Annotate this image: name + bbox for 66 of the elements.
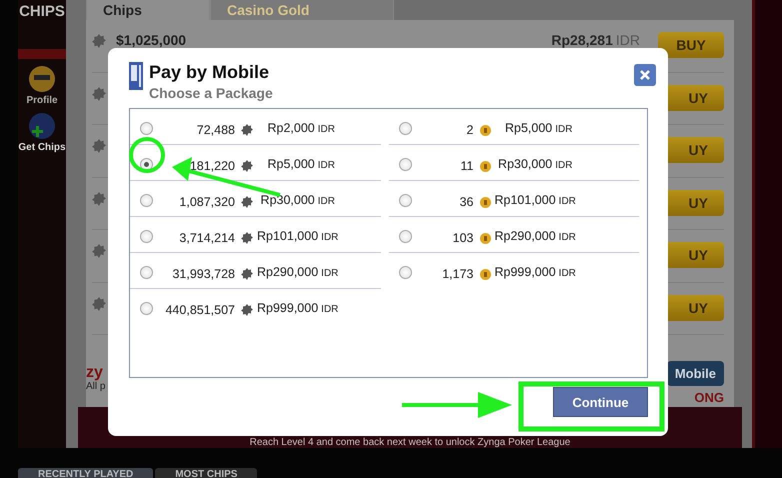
package-amount: 1,087,320 [178,195,235,209]
chip-icon [92,296,106,310]
offer-price: Rp28,281 IDR [551,32,640,48]
radio-button[interactable] [398,158,412,171]
partner-logo: ONG [694,390,724,405]
package-price: Rp5,000 IDR [504,120,572,137]
package-amount: 1,173 [441,267,474,281]
close-icon [640,70,650,80]
radio-button[interactable] [140,194,153,207]
sidebar-link[interactable]: Profile [26,95,58,106]
coin-icon [480,233,490,244]
coin-icon [480,197,490,208]
store-tab[interactable]: Casino Gold [210,0,394,20]
chip-icon [92,139,106,153]
chip-icon [92,86,106,100]
package-amount: 440,851,507 [164,303,235,317]
phone-icon [129,62,143,90]
store-tab[interactable]: Chips [86,0,210,20]
brand-logo: zy [86,365,104,381]
package-price: Rp2,000 IDR [266,120,335,137]
mobile-button[interactable]: Mobile [666,361,724,386]
package-price: Rp5,000 IDR [266,156,335,173]
radio-button[interactable] [398,230,412,243]
radio-button[interactable] [140,266,153,279]
chip-icon [241,196,253,208]
dialog-subtitle: Choose a Package [149,85,273,101]
radio-button[interactable] [140,302,153,315]
banner-text: Reach Level 4 and come back next week to unlock Zynga Poker League [250,437,570,448]
coin-icon [480,161,490,172]
chip-icon [92,192,106,206]
radio-button[interactable] [140,122,153,135]
chip-icon [241,124,253,136]
chip-icon [241,268,253,280]
chip-icon [241,232,253,244]
avatar-icon[interactable] [28,65,56,93]
coin-icon [480,269,490,280]
dialog-title: Pay by Mobile [149,62,270,83]
highlight-circle [129,137,165,173]
package-amount: 2 [466,123,474,137]
package-amount: 36 [458,195,474,209]
close-button[interactable] [634,64,656,86]
chip-plus-icon[interactable] [28,112,56,140]
package-amount: 181,220 [188,159,235,173]
chip-icon [92,244,106,258]
continue-button[interactable]: Continue [553,387,648,417]
radio-button[interactable] [398,266,412,279]
sidebar-link[interactable]: Get Chips [18,142,66,153]
offer-amount: $1,025,000 [116,32,186,48]
package-amount: 3,714,214 [178,231,235,245]
package-amount: 103 [452,231,474,245]
chip-icon [241,304,253,316]
package-amount: 72,488 [196,123,235,137]
coin-icon [480,125,490,136]
bottom-tab[interactable]: MOST CHIPS [155,468,258,478]
package-amount: 31,993,728 [171,267,235,281]
package-price: Rp30,000 IDR [260,192,335,209]
radio-button[interactable] [398,194,412,207]
chip-icon [92,34,106,48]
radio-button[interactable] [398,122,412,135]
footer-text: All p [86,381,106,392]
package-price: Rp30,000 IDR [497,156,572,173]
bottom-tab[interactable]: RECENTLY PLAYED [18,468,154,478]
chip-icon [241,160,253,172]
buy-button[interactable]: BUY [658,32,724,58]
package-amount: 11 [460,159,474,173]
radio-button[interactable] [140,230,153,243]
